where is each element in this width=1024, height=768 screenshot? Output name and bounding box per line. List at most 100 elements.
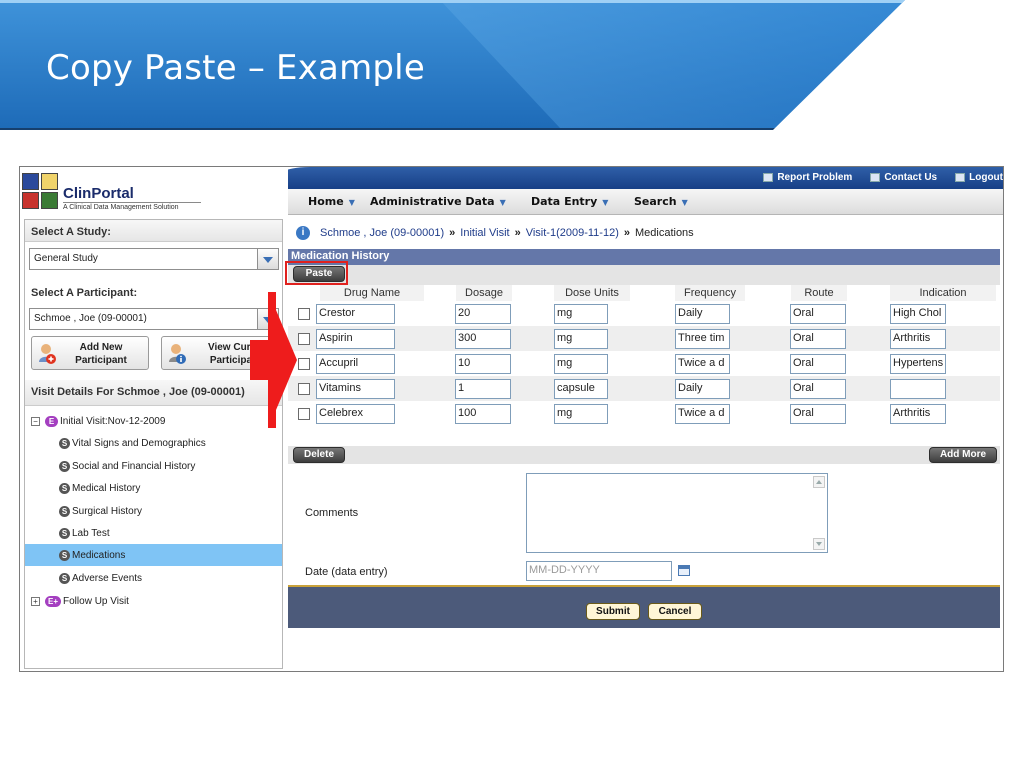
visit-details-heading: Visit Details For Schmoe , Joe (09-00001… — [31, 386, 245, 398]
breadcrumb: i Schmoe , Joe (09-00001) » Initial Visi… — [288, 220, 1000, 242]
row-checkbox[interactable] — [298, 358, 310, 370]
form-footer: Submit Cancel — [288, 585, 1000, 628]
add-participant-button[interactable]: Add New Participant — [31, 336, 149, 370]
tree-item-medical-history[interactable]: S Medical History — [59, 483, 140, 494]
row-checkbox[interactable] — [298, 308, 310, 320]
logo-name: ClinPortal — [63, 185, 134, 202]
menu-home[interactable]: Home ▼ — [308, 195, 355, 208]
dropdown-arrow-icon[interactable] — [257, 248, 279, 270]
row-checkbox[interactable] — [298, 333, 310, 345]
participant-select[interactable]: Schmoe , Joe (09-00001) — [29, 308, 279, 330]
breadcrumb-current: Medications — [634, 227, 694, 239]
logo[interactable]: ClinPortal A Clinical Data Management So… — [20, 167, 288, 215]
add-person-icon — [39, 344, 56, 364]
form-icon: S — [59, 550, 70, 561]
dose-units-input[interactable]: mg — [554, 354, 608, 374]
column-header-indication: Indication — [890, 285, 996, 301]
tree-item-social-financial-history[interactable]: S Social and Financial History — [59, 461, 195, 472]
drug-name-input[interactable]: Vitamins — [316, 379, 395, 399]
indication-input[interactable] — [890, 379, 946, 399]
dosage-input[interactable]: 10 — [455, 354, 511, 374]
breadcrumb-participant[interactable]: Schmoe , Joe (09-00001) — [320, 227, 444, 239]
comments-textarea[interactable] — [526, 473, 828, 553]
column-header-frequency: Frequency — [675, 285, 745, 301]
breadcrumb-visit-date[interactable]: Visit-1(2009-11-12) — [526, 227, 619, 239]
dose-units-input[interactable]: mg — [554, 304, 608, 324]
tree-item-lab-test[interactable]: S Lab Test — [59, 528, 110, 539]
dosage-input[interactable]: 1 — [455, 379, 511, 399]
expand-icon[interactable]: + — [31, 597, 40, 606]
logout-link[interactable]: Logout — [955, 172, 1003, 183]
breadcrumb-visit[interactable]: Initial Visit — [460, 227, 509, 239]
menu-administrative-data-label: Administrative Data — [370, 195, 495, 208]
row-checkbox[interactable] — [298, 408, 310, 420]
scroll-down-icon[interactable] — [813, 538, 825, 550]
info-icon: i — [296, 226, 310, 240]
scroll-up-icon[interactable] — [813, 476, 825, 488]
dosage-input[interactable]: 300 — [455, 329, 511, 349]
add-more-button[interactable]: Add More — [929, 447, 997, 463]
tree-follow-up-label: Follow Up Visit — [63, 596, 129, 607]
indication-input[interactable]: High Chol — [890, 304, 946, 324]
drug-name-input[interactable]: Crestor — [316, 304, 395, 324]
drug-name-input[interactable]: Accupril — [316, 354, 395, 374]
main-menu: Home ▼ Administrative Data ▼ Data Entry ▼ S… — [288, 189, 1003, 215]
frequency-input[interactable]: Twice a d — [675, 404, 730, 424]
menu-data-entry-label: Data Entry — [531, 195, 598, 208]
drug-name-input[interactable]: Aspirin — [316, 329, 395, 349]
clinportal-app: ClinPortal A Clinical Data Management So… — [19, 166, 1004, 672]
column-header-route: Route — [791, 285, 847, 301]
frequency-input[interactable]: Three tim — [675, 329, 730, 349]
calendar-icon[interactable] — [678, 565, 690, 576]
indication-input[interactable]: Hypertens — [890, 354, 946, 374]
red-arrow-icon — [250, 292, 297, 428]
indication-input[interactable]: Arthritis — [890, 404, 946, 424]
tree-item-adverse-events[interactable]: S Adverse Events — [59, 573, 142, 584]
frequency-input[interactable]: Daily — [675, 304, 730, 324]
frequency-input[interactable]: Twice a d — [675, 354, 730, 374]
tree-item-label: Social and Financial History — [72, 461, 196, 472]
dose-units-input[interactable]: mg — [554, 329, 608, 349]
tree-item-medications[interactable]: S Medications — [59, 550, 125, 561]
report-problem-link[interactable]: Report Problem — [763, 172, 852, 183]
study-select[interactable]: General Study — [29, 248, 279, 270]
route-input[interactable]: Oral — [790, 304, 846, 324]
view-person-icon — [169, 344, 186, 364]
submit-button[interactable]: Submit — [586, 603, 640, 620]
slide: Copy Paste – Example ClinPortal A Clinic… — [0, 0, 1024, 768]
contact-us-link[interactable]: Contact Us — [870, 172, 937, 183]
date-entry-input[interactable]: MM-DD-YYYY — [526, 561, 672, 581]
menu-administrative-data[interactable]: Administrative Data ▼ — [370, 195, 506, 208]
study-select-value: General Study — [34, 253, 98, 264]
route-input[interactable]: Oral — [790, 379, 846, 399]
cancel-button[interactable]: Cancel — [648, 603, 702, 620]
dose-units-input[interactable]: mg — [554, 404, 608, 424]
row-checkbox[interactable] — [298, 383, 310, 395]
route-input[interactable]: Oral — [790, 329, 846, 349]
dose-units-input[interactable]: capsule — [554, 379, 608, 399]
double-chevron-icon: » — [449, 227, 456, 239]
dosage-input[interactable]: 20 — [455, 304, 511, 324]
tree-item-label: Lab Test — [72, 528, 110, 539]
tree-item-label: Medications — [72, 550, 126, 561]
tree-follow-up-visit[interactable]: + E+ Follow Up Visit — [31, 596, 129, 607]
mail-icon — [870, 173, 881, 182]
route-input[interactable]: Oral — [790, 404, 846, 424]
indication-input[interactable]: Arthritis — [890, 329, 946, 349]
drug-name-input[interactable]: Celebrex — [316, 404, 395, 424]
delete-button[interactable]: Delete — [293, 447, 345, 463]
logo-star-icon — [41, 192, 58, 209]
menu-search[interactable]: Search ▼ — [634, 195, 688, 208]
tree-item-surgical-history[interactable]: S Surgical History — [59, 506, 142, 517]
tree-initial-visit[interactable]: − E Initial Visit:Nov-12-2009 — [31, 416, 165, 427]
caret-down-icon: ▼ — [602, 198, 609, 207]
dosage-input[interactable]: 100 — [455, 404, 511, 424]
frequency-input[interactable]: Daily — [675, 379, 730, 399]
tree-item-vital-signs[interactable]: S Vital Signs and Demographics — [59, 438, 206, 449]
route-input[interactable]: Oral — [790, 354, 846, 374]
report-problem-label: Report Problem — [777, 172, 853, 183]
menu-data-entry[interactable]: Data Entry ▼ — [531, 195, 608, 208]
collapse-icon[interactable]: − — [31, 417, 40, 426]
slide-title: Copy Paste – Example — [46, 48, 425, 88]
table-row: Crestor 20 mg Daily Oral High Chol — [288, 301, 1000, 326]
